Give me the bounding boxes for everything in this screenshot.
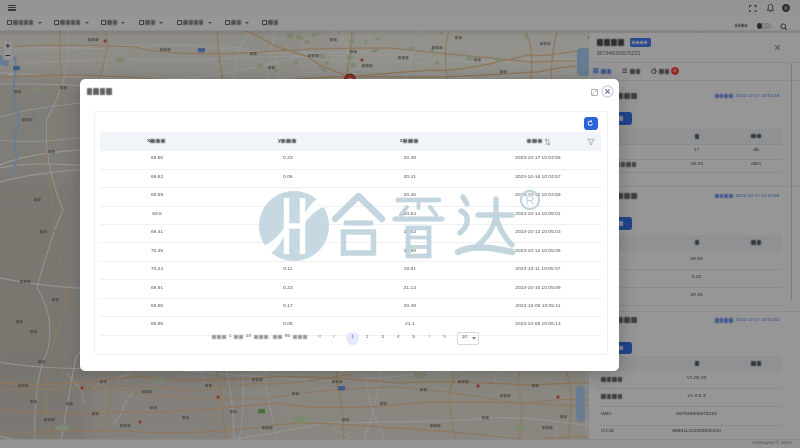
svg-text:R: R xyxy=(525,193,534,207)
